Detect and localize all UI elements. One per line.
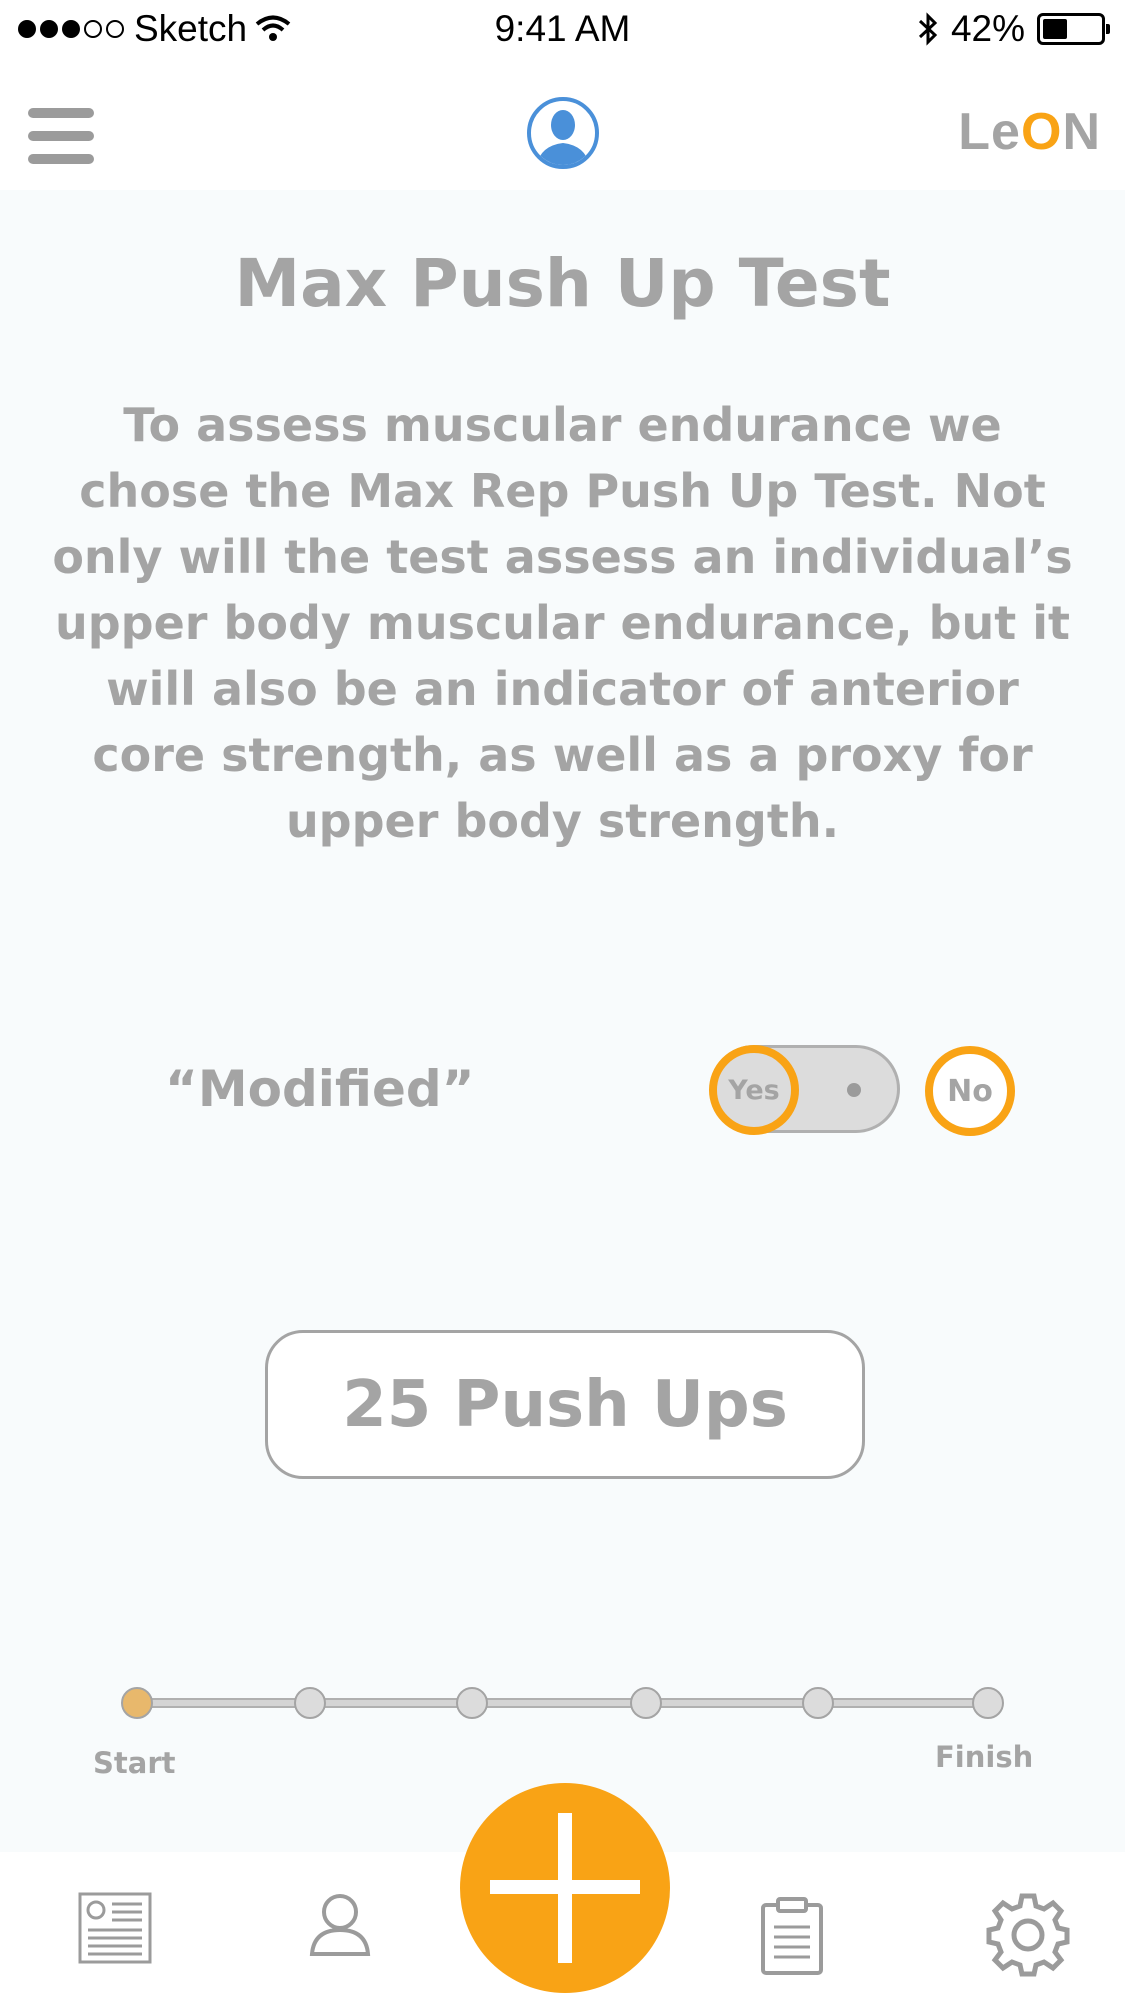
page-title: Max Push Up Test (234, 245, 891, 322)
progress-finish-label: Finish (935, 1740, 1034, 1774)
bluetooth-icon (918, 12, 938, 46)
settings-icon[interactable] (983, 1890, 1073, 1980)
progress-step-6 (972, 1687, 1004, 1719)
status-bar: Sketch 9:41 AM 42% (0, 0, 1125, 60)
battery-icon (1037, 13, 1110, 45)
progress-step-1 (121, 1687, 153, 1719)
no-button[interactable]: No (925, 1046, 1015, 1136)
toggle-dot-icon (847, 1083, 861, 1097)
progress-step-5 (802, 1687, 834, 1719)
status-right: 42% (917, 8, 1110, 50)
battery-percent: 42% (950, 8, 1025, 49)
add-button[interactable] (460, 1783, 670, 1993)
avatar-icon[interactable] (526, 96, 600, 170)
profile-icon[interactable] (308, 1892, 372, 1956)
report-icon[interactable] (78, 1892, 152, 1964)
result-display[interactable]: 25 Push Ups (265, 1330, 865, 1479)
progress-step-2 (294, 1687, 326, 1719)
yes-button[interactable]: Yes (709, 1045, 799, 1135)
nav-bar: LeON (0, 60, 1125, 190)
clipboard-icon[interactable] (760, 1897, 824, 1975)
menu-icon[interactable] (28, 108, 94, 164)
progress-track (138, 1698, 988, 1708)
leon-logo: LeON (958, 103, 1101, 161)
progress-step-4 (630, 1687, 662, 1719)
modified-label: “Modified” (165, 1060, 475, 1118)
test-description: To assess muscular endurance we chose th… (52, 398, 1073, 848)
progress-start-label: Start (93, 1746, 176, 1780)
progress-step-3 (456, 1687, 488, 1719)
